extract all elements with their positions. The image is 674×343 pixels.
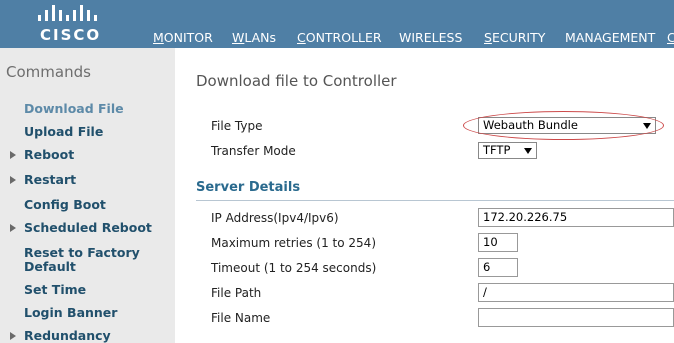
max-retries-label: Maximum retries (1 to 254)	[211, 236, 376, 250]
max-retries-input[interactable]: 10	[478, 233, 518, 252]
logo-text: CISCO	[40, 26, 102, 44]
expand-arrow-icon[interactable]	[10, 151, 16, 159]
cisco-logo: CISCO	[34, 5, 108, 45]
nav-controller-accesskey: C	[297, 30, 306, 45]
ip-address-label: IP Address(Ipv4/Ipv6)	[211, 211, 339, 225]
sidebar-item-set-time[interactable]: Set Time	[24, 283, 86, 297]
sidebar-item-login-banner[interactable]: Login Banner	[24, 306, 117, 320]
file-type-select[interactable]: Webauth Bundle	[478, 117, 656, 134]
nav-wireless[interactable]: WIRELESS	[399, 30, 462, 45]
nav-controller[interactable]: CONTROLLER	[297, 30, 382, 45]
nav-security-accesskey: S	[484, 30, 492, 45]
nav-monitor-rest: ONITOR	[163, 30, 213, 45]
expand-arrow-icon[interactable]	[10, 224, 16, 232]
sidebar-item-reset-factory-line2[interactable]: Default	[24, 260, 76, 274]
file-path-input[interactable]: /	[478, 283, 674, 302]
file-type-label: File Type	[211, 119, 263, 133]
sidebar-item-reset-factory[interactable]: Reset to Factory	[24, 246, 140, 260]
server-details-heading: Server Details	[196, 180, 301, 195]
section-divider	[196, 200, 674, 201]
dropdown-arrow-icon	[524, 148, 532, 154]
file-name-label: File Name	[211, 311, 271, 325]
top-header: CISCO MONITOR WLANs CONTROLLER WIRELESS …	[0, 0, 674, 48]
sidebar-item-config-boot[interactable]: Config Boot	[24, 198, 106, 212]
sidebar-item-download-file[interactable]: Download File	[24, 102, 124, 116]
file-path-label: File Path	[211, 286, 262, 300]
transfer-mode-label: Transfer Mode	[211, 144, 296, 158]
expand-arrow-icon[interactable]	[10, 332, 16, 340]
nav-management[interactable]: MANAGEMENT	[565, 30, 655, 45]
sidebar: Commands	[0, 48, 175, 343]
sidebar-item-redundancy[interactable]: Redundancy	[24, 329, 111, 343]
sidebar-item-reboot[interactable]: Reboot	[24, 148, 74, 162]
file-name-input[interactable]	[478, 308, 674, 327]
page-title: Download file to Controller	[196, 72, 397, 90]
nav-wlans[interactable]: WLANs	[232, 30, 276, 45]
sidebar-item-upload-file[interactable]: Upload File	[24, 125, 103, 139]
transfer-mode-value: TFTP	[483, 143, 511, 157]
nav-management-first: M	[565, 30, 576, 45]
nav-wlans-rest: LANs	[244, 30, 277, 45]
nav-monitor-accesskey: M	[153, 30, 164, 45]
transfer-mode-select[interactable]: TFTP	[478, 142, 537, 159]
sidebar-item-restart[interactable]: Restart	[24, 173, 76, 187]
nav-security[interactable]: SECURITY	[484, 30, 545, 45]
file-type-value: Webauth Bundle	[483, 118, 578, 132]
sidebar-title: Commands	[6, 63, 91, 81]
sidebar-item-scheduled-reboot[interactable]: Scheduled Reboot	[24, 221, 152, 235]
cisco-bars-icon	[38, 5, 97, 21]
nav-management-rest: ANAGEMENT	[575, 30, 656, 45]
ip-address-input[interactable]: 172.20.226.75	[478, 208, 674, 227]
timeout-input[interactable]: 6	[478, 258, 518, 277]
nav-controller-rest: ONTROLLER	[305, 30, 382, 45]
timeout-label: Timeout (1 to 254 seconds)	[211, 261, 377, 275]
nav-wireless-rest: IRELESS	[411, 30, 463, 45]
nav-wireless-first: W	[399, 30, 412, 45]
nav-monitor[interactable]: MONITOR	[153, 30, 213, 45]
expand-arrow-icon[interactable]	[10, 176, 16, 184]
dropdown-arrow-icon	[643, 123, 651, 129]
nav-wlans-accesskey: W	[232, 30, 245, 45]
nav-security-rest: ECURITY	[491, 30, 546, 45]
nav-commands-cut[interactable]: C	[667, 30, 674, 45]
nav-overflow-label: C	[667, 30, 674, 45]
